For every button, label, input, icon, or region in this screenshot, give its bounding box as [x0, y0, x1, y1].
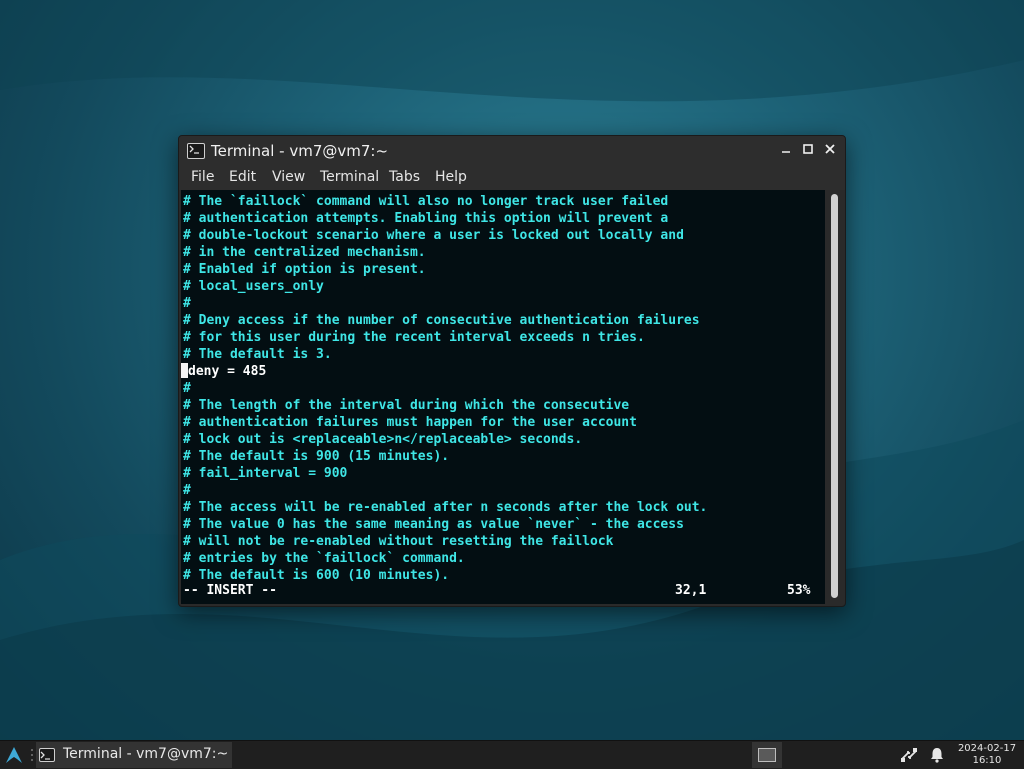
window-title: Terminal - vm7@vm7:~	[211, 142, 389, 160]
terminal-line: # authentication failures must happen fo…	[183, 415, 637, 430]
terminal-line: # Deny access if the number of consecuti…	[183, 313, 700, 328]
notification-bell-icon[interactable]	[928, 746, 946, 764]
menu-bar: File Edit View Terminal Tabs Help	[179, 166, 845, 190]
terminal-line: deny = 485	[188, 364, 267, 379]
menu-file[interactable]: File	[191, 169, 214, 185]
clock-time: 16:10	[972, 755, 1002, 766]
terminal-app-icon	[187, 143, 205, 159]
terminal-window: Terminal - vm7@vm7:~ File Edit View Term…	[178, 135, 846, 607]
terminal-line: # The value 0 has the same meaning as va…	[183, 517, 684, 532]
network-icon[interactable]	[900, 746, 918, 764]
show-desktop-button[interactable]	[752, 742, 782, 768]
terminal-cursor-line: deny = 485	[181, 363, 266, 380]
terminal-line: # authentication attempts. Enabling this…	[183, 211, 669, 226]
arch-logo-icon	[6, 747, 22, 763]
taskbar-terminal-button[interactable]: Terminal - vm7@vm7:~	[36, 742, 232, 768]
minimize-icon	[782, 151, 790, 153]
terminal-line: # for this user during the recent interv…	[183, 330, 645, 345]
terminal-line: # The `faillock` command will also no lo…	[183, 194, 669, 209]
vim-cursor-position: 32,1	[675, 583, 707, 598]
menu-terminal[interactable]: Terminal	[320, 169, 379, 185]
terminal-line: # entries by the `faillock` command.	[183, 551, 465, 566]
terminal-line: # local_users_only	[183, 279, 324, 294]
terminal-output[interactable]: # The `faillock` command will also no lo…	[181, 190, 825, 604]
terminal-line: # will not be re-enabled without resetti…	[183, 534, 614, 549]
terminal-line: #	[183, 296, 191, 311]
terminal-line: # The default is 900 (15 minutes).	[183, 449, 450, 464]
menu-view[interactable]: View	[272, 169, 305, 185]
menu-help[interactable]: Help	[435, 169, 467, 185]
terminal-task-icon	[39, 748, 55, 762]
terminal-scrollbar[interactable]	[827, 190, 843, 604]
minimize-button[interactable]	[777, 142, 795, 160]
terminal-line: # The access will be re-enabled after n …	[183, 500, 708, 515]
start-menu-button[interactable]	[4, 746, 24, 764]
terminal-line: # lock out is <replaceable>n</replaceabl…	[183, 432, 583, 447]
taskbar-separator	[30, 747, 34, 763]
menu-edit[interactable]: Edit	[229, 169, 256, 185]
scrollbar-thumb[interactable]	[831, 194, 838, 598]
maximize-button[interactable]	[799, 142, 817, 160]
terminal-line: # in the centralized mechanism.	[183, 245, 426, 260]
desktop-icon	[758, 748, 776, 762]
terminal-line: # The length of the interval during whic…	[183, 398, 630, 413]
clock[interactable]: 2024-02-17 16:10	[954, 743, 1020, 767]
terminal-line: #	[183, 381, 191, 396]
clock-date: 2024-02-17	[957, 743, 1017, 754]
close-icon	[825, 144, 835, 154]
vim-scroll-percent: 53%	[787, 583, 811, 598]
terminal-line: # fail_interval = 900	[183, 466, 348, 481]
maximize-icon	[803, 144, 813, 154]
title-bar[interactable]: Terminal - vm7@vm7:~	[179, 136, 845, 166]
vim-mode-indicator: -- INSERT --	[183, 583, 277, 598]
terminal-line: # Enabled if option is present.	[183, 262, 426, 277]
text-cursor	[181, 363, 188, 378]
menu-tabs[interactable]: Tabs	[389, 169, 420, 185]
terminal-line: # double-lockout scenario where a user i…	[183, 228, 684, 243]
taskbar: Terminal - vm7@vm7:~ 2024-02-17 16:10	[0, 740, 1024, 769]
terminal-line: #	[183, 483, 191, 498]
terminal-line: # The default is 3.	[183, 347, 332, 362]
taskbar-terminal-label: Terminal - vm7@vm7:~	[63, 746, 229, 762]
close-button[interactable]	[821, 142, 839, 160]
